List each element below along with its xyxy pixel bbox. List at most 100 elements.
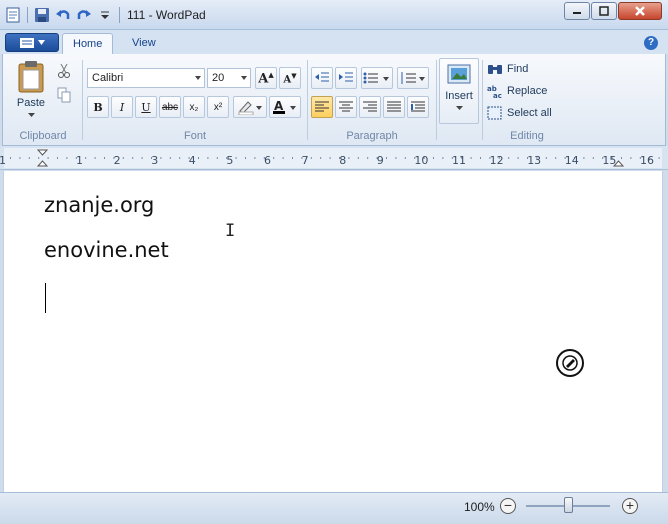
application-menu-button[interactable] (5, 33, 59, 52)
ribbon-tab-row: Home View ? (0, 30, 668, 55)
replace-button[interactable]: ab ac Replace (487, 82, 547, 100)
underline-button[interactable]: U (135, 96, 157, 118)
align-left-button[interactable] (311, 96, 333, 118)
font-size-value: 20 (212, 72, 225, 84)
insert-button[interactable]: Insert (439, 58, 479, 124)
chevron-down-icon (195, 76, 201, 80)
customize-qat-icon[interactable] (96, 6, 114, 24)
align-center-button[interactable] (335, 96, 357, 118)
ribbon: Paste Clipboard Calibri 20 A▲ A▼ B I U a… (2, 54, 666, 146)
align-right-button[interactable] (359, 96, 381, 118)
document-area[interactable]: znanje.org enovine.net I (3, 171, 663, 492)
tab-view[interactable]: View (122, 33, 166, 55)
decrease-indent-icon (315, 72, 329, 82)
undo-icon[interactable] (54, 6, 72, 24)
insert-label: Insert (445, 90, 473, 102)
grow-font-button[interactable]: A▲ (255, 67, 277, 89)
ruler-tick-label: 16 (640, 154, 654, 167)
copy-button[interactable] (53, 84, 75, 106)
bullet-list-button[interactable] (361, 67, 393, 89)
ruler[interactable]: 1 1 2 3 4 5 6 7 8 9 10 11 12 13 14 15 16 (0, 146, 668, 170)
justify-button[interactable] (383, 96, 405, 118)
document-line[interactable]: znanje.org (44, 193, 154, 217)
strikethrough-button[interactable]: abc (159, 96, 181, 118)
ruler-tick-label: 6 (264, 154, 271, 167)
group-separator (82, 60, 83, 140)
wordpad-icon[interactable] (4, 6, 22, 24)
replace-icon: abac (487, 85, 502, 98)
save-icon[interactable] (33, 6, 51, 24)
select-all-label: Select all (507, 107, 552, 119)
help-icon[interactable]: ? (644, 36, 658, 50)
binoculars-icon (488, 65, 502, 74)
paste-button[interactable]: Paste (13, 60, 49, 121)
grow-font-icon: A▲ (258, 69, 274, 87)
paragraph-settings-button[interactable] (407, 96, 429, 118)
ruler-tick-label: 12 (489, 154, 504, 167)
qat-separator (119, 7, 120, 23)
close-button[interactable] (618, 2, 662, 20)
zoom-slider-thumb[interactable] (564, 497, 573, 513)
ruler-tick-label: 3 (151, 154, 159, 167)
minimize-button[interactable] (564, 2, 590, 20)
quick-access-toolbar (4, 6, 122, 24)
replace-label: Replace (507, 85, 548, 97)
zoom-in-button[interactable]: + (622, 498, 638, 514)
status-bar: 100% − + (0, 492, 668, 524)
bold-button[interactable]: B (87, 96, 109, 118)
svg-text:ac: ac (493, 92, 502, 98)
redo-icon[interactable] (75, 6, 93, 24)
subscript-button[interactable]: x₂ (183, 96, 205, 118)
editing-group: Find ab ac Replace Select all Editing (487, 56, 567, 144)
ruler-tick-label: 5 (226, 154, 234, 167)
ruler-tick-label: 14 (564, 154, 579, 167)
window-controls (563, 2, 662, 20)
font-size-select[interactable]: 20 (207, 68, 251, 88)
zoom-out-button[interactable]: − (500, 498, 516, 514)
ruler-tick-label: 7 (301, 154, 309, 167)
ruler-tick-label: 9 (376, 154, 384, 167)
font-group-label: Font (183, 130, 206, 142)
font-color-button[interactable]: A (269, 96, 301, 118)
ruler-tick-label: 1 (76, 154, 83, 167)
text-caret (45, 283, 46, 313)
maximize-button[interactable] (591, 2, 617, 20)
paragraph-icon (411, 101, 425, 112)
increase-indent-button[interactable] (335, 67, 357, 89)
title-bar: 111 - WordPad (0, 0, 668, 30)
decrease-indent-button[interactable] (311, 67, 333, 89)
highlighter-icon (238, 101, 262, 115)
ruler-tick-label: 4 (188, 154, 196, 167)
font-family-select[interactable]: Calibri (87, 68, 205, 88)
highlight-color-button[interactable] (233, 96, 267, 118)
group-separator (307, 60, 308, 140)
list-icon (363, 72, 389, 84)
document-line[interactable]: enovine.net (44, 238, 169, 262)
ruler-tick-label: 10 (414, 154, 429, 167)
chevron-down-icon (241, 76, 247, 80)
find-label: Find (507, 63, 529, 75)
insert-group: Insert (437, 56, 481, 144)
ibeam-cursor-icon: I (225, 221, 236, 241)
paragraph-group: Paragraph (309, 56, 435, 144)
cut-button[interactable] (53, 60, 75, 82)
select-all-button[interactable]: Select all (487, 104, 552, 122)
font-family-value: Calibri (92, 72, 124, 84)
align-right-icon (363, 101, 377, 112)
zoom-level: 100% (464, 500, 495, 514)
paste-label: Paste (16, 97, 46, 109)
superscript-button[interactable]: x² (207, 96, 229, 118)
paste-icon (18, 61, 44, 93)
svg-text:A: A (274, 99, 284, 113)
shrink-font-button[interactable]: A▼ (279, 67, 301, 89)
qat-separator (27, 7, 28, 23)
line-spacing-button[interactable] (397, 67, 429, 89)
line-spacing-icon (401, 72, 425, 84)
tab-home[interactable]: Home (62, 33, 114, 55)
find-button[interactable]: Find (487, 60, 528, 78)
ruler-tick-label: 13 (527, 154, 542, 167)
italic-button[interactable]: I (111, 96, 133, 118)
editing-group-label: Editing (510, 130, 544, 142)
paste-dropdown-icon (27, 113, 35, 117)
ruler-tick-label: 8 (339, 154, 347, 167)
